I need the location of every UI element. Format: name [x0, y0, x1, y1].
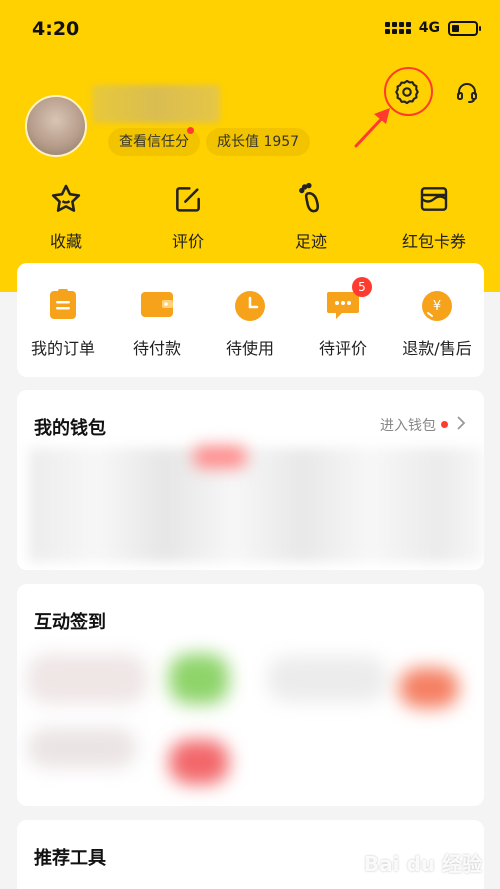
checkin-item-blurred: [27, 728, 137, 768]
order-pending-payment[interactable]: 待付款: [107, 289, 207, 359]
wallet-notification-dot: [441, 421, 448, 428]
customer-service-icon[interactable]: [455, 80, 479, 104]
order-label: 我的订单: [30, 339, 95, 358]
order-to-review[interactable]: 待评价: [293, 289, 393, 359]
order-label: 待评价: [318, 339, 367, 358]
quick-action-favorites[interactable]: 收藏: [16, 180, 116, 252]
quick-action-label: 评价: [171, 232, 204, 251]
clock-icon: [235, 291, 265, 321]
svg-text:¥: ¥: [433, 299, 441, 314]
growth-value-button[interactable]: 成长值 1957: [206, 128, 311, 156]
order-label: 待使用: [225, 339, 274, 358]
battery-icon: [448, 20, 481, 36]
notification-dot: [187, 127, 194, 134]
profile-header: 4:20 4G 查看信任分 成长值 1957 收藏 评价 足迹 红包卡券: [0, 0, 500, 292]
tools-title: 推荐工具: [34, 848, 106, 869]
order-doc-icon: [50, 289, 76, 319]
wallet-title: 我的钱包: [34, 418, 106, 439]
checkin-title: 互动签到: [34, 612, 106, 633]
gear-icon[interactable]: [393, 78, 421, 106]
trust-score-button[interactable]: 查看信任分: [108, 128, 200, 156]
quick-action-reviews[interactable]: 评价: [138, 180, 238, 252]
checkin-card: 互动签到: [17, 584, 484, 806]
watermark: Bai du 经验: [363, 852, 482, 876]
checkin-item-blurred: [169, 654, 229, 704]
status-indicators: 4G: [384, 20, 481, 36]
wallet-card: 我的钱包 进入钱包: [17, 390, 484, 570]
avatar[interactable]: [25, 95, 87, 157]
enter-wallet-link[interactable]: 进入钱包: [380, 415, 436, 435]
order-all[interactable]: 我的订单: [13, 289, 113, 359]
quick-action-footprints[interactable]: 足迹: [261, 180, 361, 252]
checkin-item-blurred: [27, 654, 147, 704]
quick-action-label: 收藏: [49, 232, 82, 251]
checkin-item-blurred: [169, 740, 229, 784]
quick-action-coupons[interactable]: 红包卡券: [384, 180, 484, 252]
wallet-content-blurred: [29, 448, 484, 562]
signal-icon: [384, 22, 411, 34]
watermark-url: jingyan.baidu.com: [376, 877, 460, 887]
wallet-icon: [141, 292, 173, 317]
footprint-icon: [299, 182, 320, 213]
quick-action-label: 足迹: [294, 232, 327, 251]
star-icon: [51, 184, 81, 212]
checkin-item-blurred: [267, 656, 387, 702]
annotation-arrow: [354, 108, 390, 148]
order-refund[interactable]: ¥ 退款/售后: [387, 289, 487, 359]
orders-card: 我的订单 待付款 待使用 待评价 ¥ 退款/售后: [17, 263, 484, 377]
chevron-right-icon[interactable]: [456, 416, 466, 430]
order-label: 待付款: [132, 339, 181, 358]
coupon-icon: [420, 187, 448, 211]
review-count-badge: 5: [352, 277, 372, 297]
quick-action-label: 红包卡券: [401, 232, 466, 251]
edit-icon: [176, 187, 200, 212]
checkin-item-blurred: [399, 668, 459, 708]
network-type: 4G: [418, 20, 440, 36]
order-to-use[interactable]: 待使用: [200, 289, 300, 359]
refund-icon: ¥: [422, 291, 452, 321]
username-blurred: [92, 85, 220, 123]
order-label: 退款/售后: [402, 339, 472, 358]
wallet-badge-blurred: [193, 446, 247, 468]
status-time: 4:20: [32, 18, 80, 40]
